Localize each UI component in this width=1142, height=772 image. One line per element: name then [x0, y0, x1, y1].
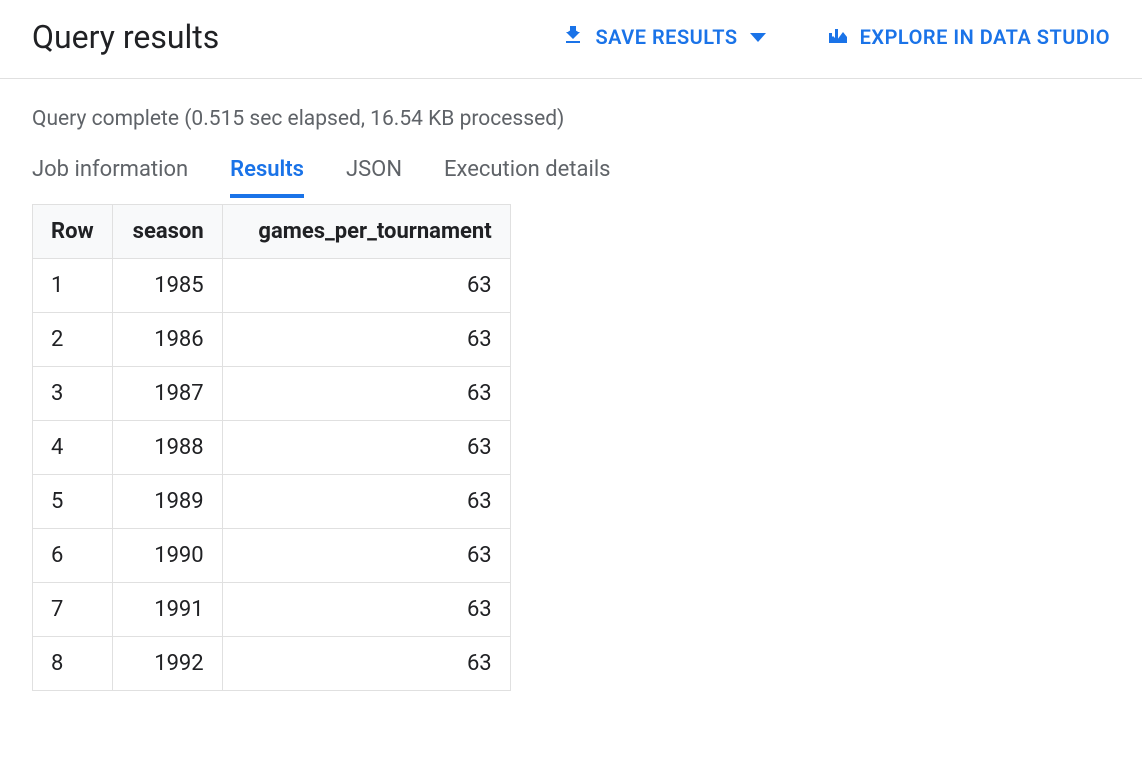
page-title: Query results: [32, 18, 219, 56]
cell-row: 6: [33, 529, 113, 583]
cell-season: 1992: [112, 637, 222, 691]
tab-results[interactable]: Results: [230, 157, 304, 198]
col-header-row: Row: [33, 205, 113, 259]
tab-job-information[interactable]: Job information: [32, 157, 188, 198]
results-table: Row season games_per_tournament 11985632…: [32, 204, 511, 691]
save-results-button[interactable]: SAVE RESULTS: [561, 23, 765, 52]
cell-row: 7: [33, 583, 113, 637]
result-tabs: Job information Results JSON Execution d…: [0, 131, 1142, 198]
table-row: 2198663: [33, 313, 511, 367]
cell-games: 63: [222, 259, 510, 313]
save-results-label: SAVE RESULTS: [595, 25, 737, 49]
results-table-container: Row season games_per_tournament 11985632…: [0, 198, 1142, 691]
dropdown-caret-icon: [750, 33, 766, 42]
table-row: 6199063: [33, 529, 511, 583]
cell-games: 63: [222, 313, 510, 367]
cell-season: 1987: [112, 367, 222, 421]
results-header: Query results SAVE RESULTS EXPLORE IN DA…: [0, 0, 1142, 79]
cell-games: 63: [222, 475, 510, 529]
cell-season: 1991: [112, 583, 222, 637]
table-row: 8199263: [33, 637, 511, 691]
cell-games: 63: [222, 367, 510, 421]
cell-season: 1988: [112, 421, 222, 475]
cell-row: 8: [33, 637, 113, 691]
cell-games: 63: [222, 421, 510, 475]
tab-execution-details[interactable]: Execution details: [444, 157, 611, 198]
cell-season: 1986: [112, 313, 222, 367]
cell-season: 1989: [112, 475, 222, 529]
cell-games: 63: [222, 529, 510, 583]
chart-icon: [826, 23, 850, 52]
cell-row: 3: [33, 367, 113, 421]
col-header-games: games_per_tournament: [222, 205, 510, 259]
download-icon: [561, 23, 585, 52]
table-row: 3198763: [33, 367, 511, 421]
cell-games: 63: [222, 583, 510, 637]
explore-label: EXPLORE IN DATA STUDIO: [860, 25, 1110, 49]
cell-season: 1990: [112, 529, 222, 583]
cell-season: 1985: [112, 259, 222, 313]
table-row: 7199163: [33, 583, 511, 637]
tab-json[interactable]: JSON: [346, 157, 402, 198]
cell-row: 5: [33, 475, 113, 529]
query-status: Query complete (0.515 sec elapsed, 16.54…: [0, 79, 1142, 131]
cell-row: 1: [33, 259, 113, 313]
table-row: 1198563: [33, 259, 511, 313]
table-row: 5198963: [33, 475, 511, 529]
table-row: 4198863: [33, 421, 511, 475]
cell-row: 2: [33, 313, 113, 367]
cell-row: 4: [33, 421, 113, 475]
col-header-season: season: [112, 205, 222, 259]
cell-games: 63: [222, 637, 510, 691]
explore-data-studio-button[interactable]: EXPLORE IN DATA STUDIO: [826, 23, 1110, 52]
